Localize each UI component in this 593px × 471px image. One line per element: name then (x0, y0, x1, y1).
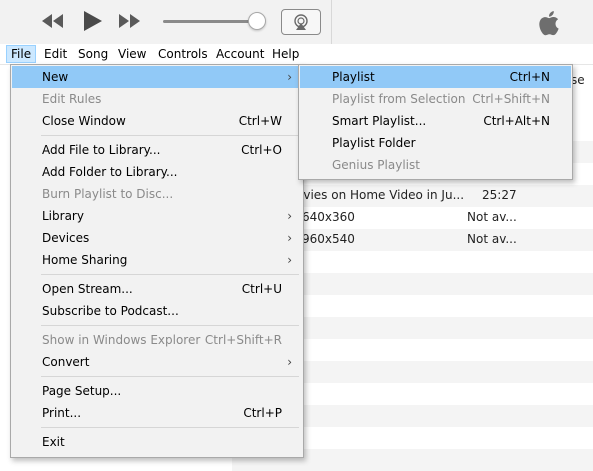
submenu-item-smart-playlist[interactable]: Smart Playlist... Ctrl+Alt+N (300, 110, 571, 132)
menu-item-home-sharing[interactable]: Home Sharing › (12, 249, 302, 271)
menu-item-edit-rules: Edit Rules (12, 88, 302, 110)
menu-file[interactable]: File (6, 45, 37, 63)
row-title: 960x540 (302, 232, 355, 246)
player-toolbar (0, 0, 593, 45)
menu-item-label: Playlist Folder (332, 136, 416, 150)
menu-item-shortcut: Ctrl+N (509, 70, 550, 84)
menu-item-label: Print... (42, 406, 82, 420)
menu-controls[interactable]: Controls (154, 46, 212, 62)
menu-item-devices[interactable]: Devices › (12, 227, 302, 249)
file-menu: New › Edit Rules Close Window Ctrl+W Add… (10, 64, 304, 458)
menu-item-label: Add File to Library... (42, 143, 161, 157)
menu-item-label: Convert (42, 355, 90, 369)
volume-slider[interactable] (163, 20, 259, 23)
submenu-item-playlist[interactable]: Playlist Ctrl+N (300, 66, 571, 88)
menu-item-add-file[interactable]: Add File to Library... Ctrl+O (12, 139, 302, 161)
apple-logo (539, 11, 559, 36)
menu-item-print[interactable]: Print... Ctrl+P (12, 402, 302, 424)
menu-song[interactable]: Song (74, 46, 112, 62)
menu-item-label: Smart Playlist... (332, 114, 427, 128)
menu-item-label: Burn Playlist to Disc... (42, 187, 174, 201)
menu-item-label: Playlist from Selection (332, 92, 466, 106)
menu-item-label: Library (42, 209, 84, 223)
row-title: ovies on Home Video in Ju... (296, 188, 465, 202)
menu-item-label: Playlist (332, 70, 375, 84)
new-submenu: Playlist Ctrl+N Playlist from Selection … (298, 64, 573, 180)
menu-account[interactable]: Account (212, 46, 268, 62)
menu-item-add-folder[interactable]: Add Folder to Library... (12, 161, 302, 183)
menu-item-shortcut: Ctrl+O (241, 143, 282, 157)
submenu-item-genius-playlist: Genius Playlist (300, 154, 571, 176)
toolbar-divider (331, 0, 332, 44)
menu-item-page-setup[interactable]: Page Setup... (12, 380, 302, 402)
menu-item-label: Edit Rules (42, 92, 102, 106)
menu-separator (41, 427, 299, 428)
menu-item-new[interactable]: New › (12, 66, 302, 88)
menu-view[interactable]: View (114, 46, 150, 62)
menu-item-label: Genius Playlist (332, 158, 420, 172)
menu-item-label: New (42, 70, 69, 84)
submenu-arrow-icon: › (287, 209, 292, 223)
menu-edit[interactable]: Edit (40, 46, 71, 62)
menu-separator (41, 135, 299, 136)
submenu-arrow-icon: › (287, 231, 292, 245)
menu-separator (41, 325, 299, 326)
submenu-arrow-icon: › (287, 70, 292, 84)
menu-item-shortcut: Ctrl+Shift+N (472, 92, 550, 106)
menu-item-label: Add Folder to Library... (42, 165, 178, 179)
submenu-item-playlist-folder[interactable]: Playlist Folder (300, 132, 571, 154)
menu-item-shortcut: Ctrl+W (238, 114, 282, 128)
menu-item-convert[interactable]: Convert › (12, 351, 302, 373)
menu-item-label: Open Stream... (42, 282, 133, 296)
menu-item-open-stream[interactable]: Open Stream... Ctrl+U (12, 278, 302, 300)
row-time: 25:27 (482, 188, 517, 202)
menu-help[interactable]: Help (268, 46, 303, 62)
menu-item-label: Exit (42, 435, 65, 449)
menu-item-label: Show in Windows Explorer (42, 333, 201, 347)
play-icon[interactable] (81, 10, 103, 32)
fast-forward-icon[interactable] (118, 12, 142, 30)
menu-item-show-explorer: Show in Windows Explorer Ctrl+Shift+R (12, 329, 302, 351)
row-title: 640x360 (302, 210, 355, 224)
menu-item-close-window[interactable]: Close Window Ctrl+W (12, 110, 302, 132)
menu-item-shortcut: Ctrl+P (243, 406, 282, 420)
menu-item-burn-playlist: Burn Playlist to Disc... (12, 183, 302, 205)
volume-knob[interactable] (248, 12, 266, 30)
menu-item-label: Page Setup... (42, 384, 122, 398)
airplay-icon (294, 14, 308, 30)
menu-item-label: Subscribe to Podcast... (42, 304, 179, 318)
menu-item-shortcut: Ctrl+Alt+N (483, 114, 550, 128)
row-time: Not av... (467, 210, 517, 224)
rewind-icon[interactable] (40, 12, 64, 30)
menu-item-exit[interactable]: Exit (12, 431, 302, 453)
menu-bar: File Edit Song View Controls Account Hel… (0, 44, 593, 65)
airplay-button[interactable] (281, 9, 321, 35)
column-header-fragment: se (571, 73, 585, 87)
menu-item-shortcut: Ctrl+U (241, 282, 282, 296)
menu-item-label: Home Sharing (42, 253, 128, 267)
menu-item-label: Close Window (42, 114, 126, 128)
menu-item-subscribe-podcast[interactable]: Subscribe to Podcast... (12, 300, 302, 322)
submenu-arrow-icon: › (287, 355, 292, 369)
row-time: Not av... (467, 232, 517, 246)
menu-item-shortcut: Ctrl+Shift+R (204, 333, 282, 347)
menu-separator (41, 274, 299, 275)
menu-item-label: Devices (42, 231, 90, 245)
submenu-arrow-icon: › (287, 253, 292, 267)
menu-separator (41, 376, 299, 377)
submenu-item-playlist-from-selection: Playlist from Selection Ctrl+Shift+N (300, 88, 571, 110)
menu-item-library[interactable]: Library › (12, 205, 302, 227)
